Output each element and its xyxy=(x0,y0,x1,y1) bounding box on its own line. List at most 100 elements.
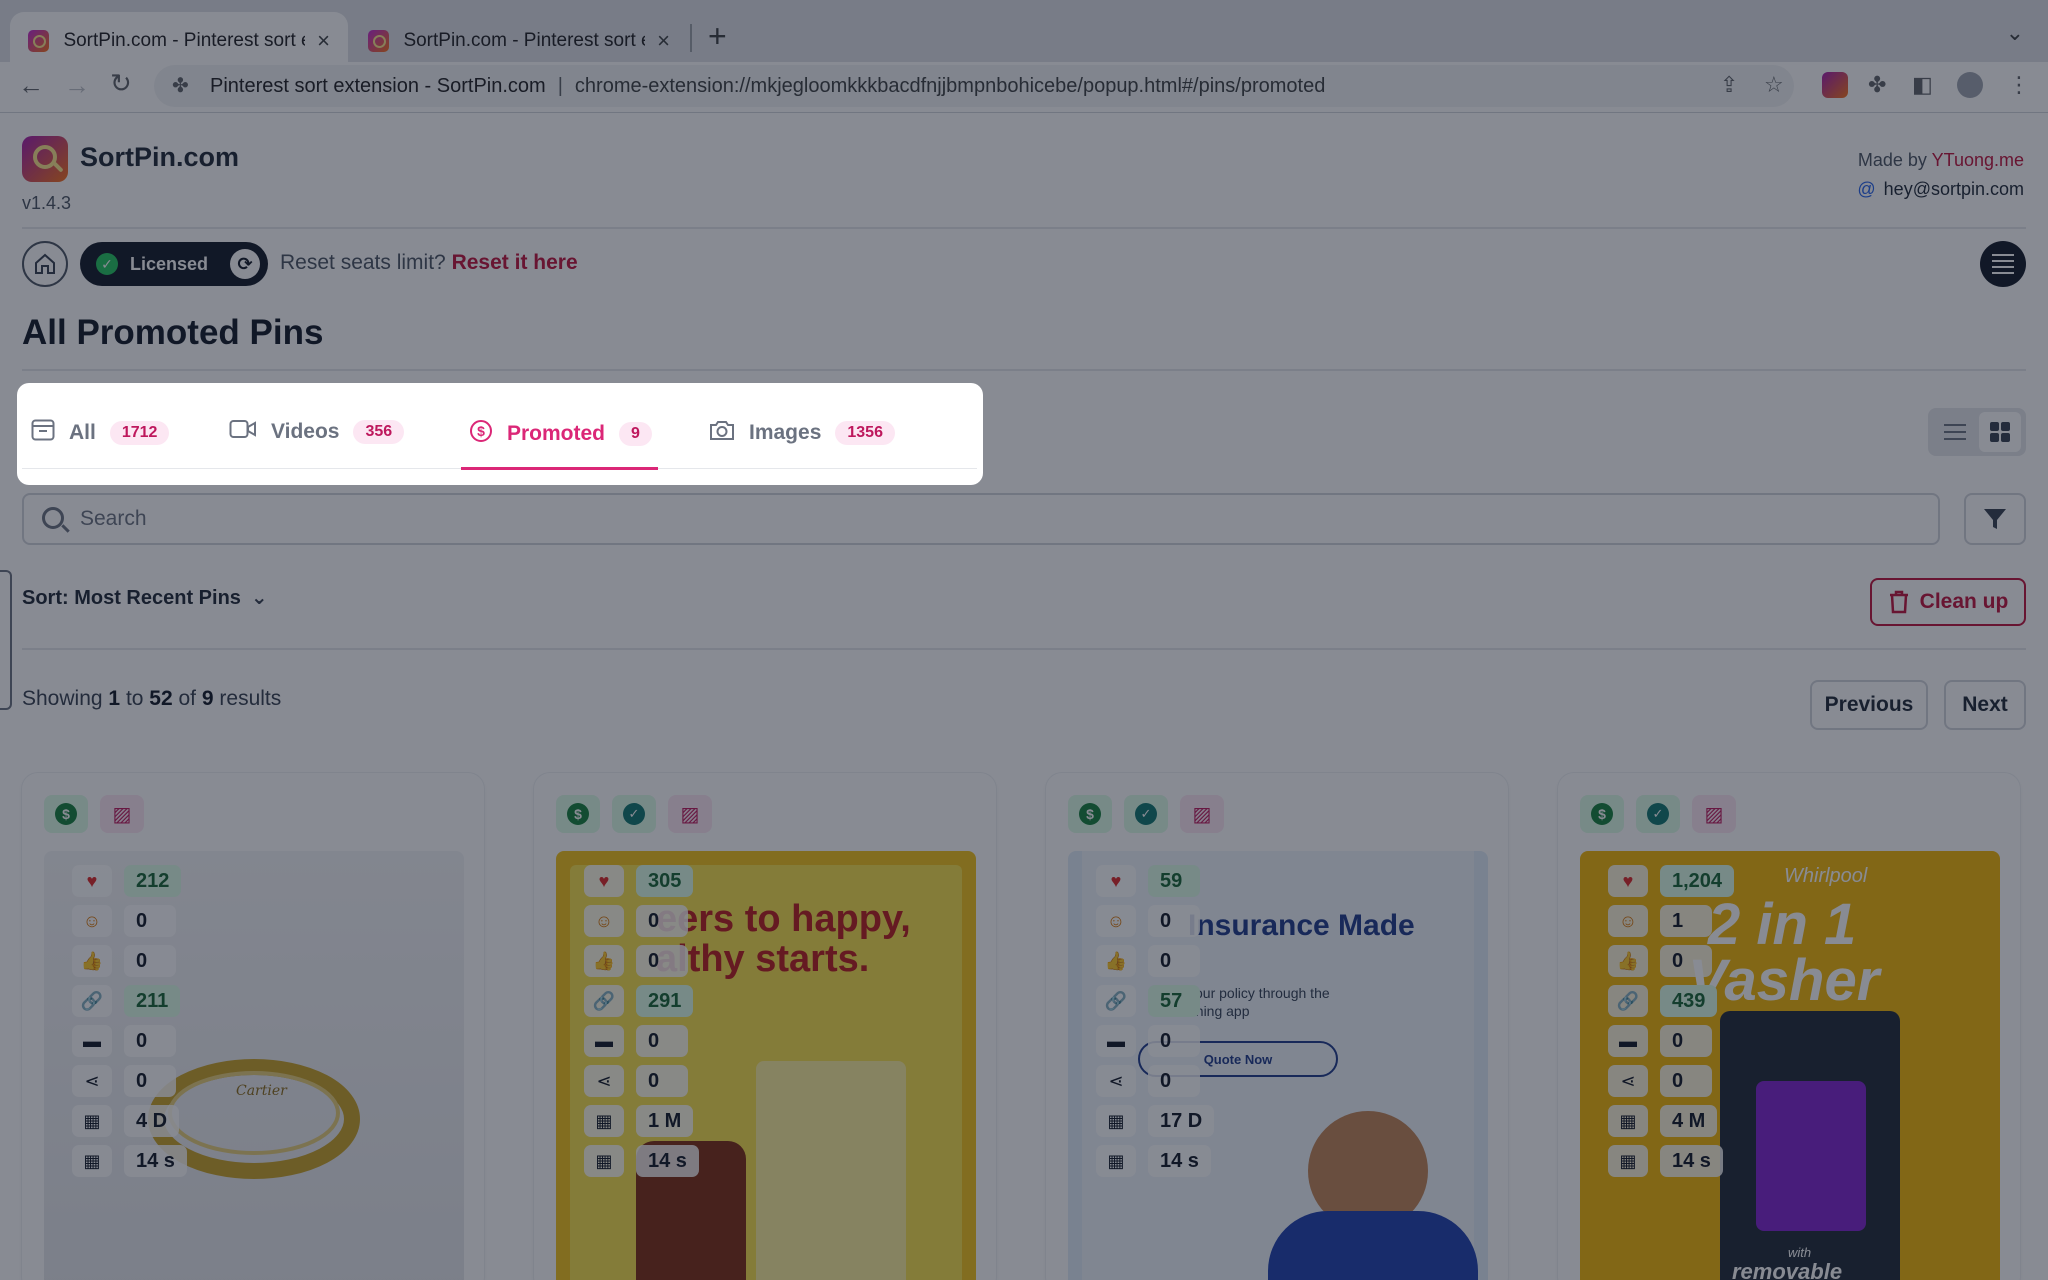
pin-stat-value: 4 M xyxy=(1660,1105,1718,1137)
sortpin-extension-icon[interactable] xyxy=(1822,72,1848,98)
pin-stat-value: 212 xyxy=(124,865,182,897)
tab-count-badge: 1712 xyxy=(109,421,170,445)
next-page-button[interactable]: Next xyxy=(1944,680,2026,730)
calendar-icon: ▦ xyxy=(1096,1105,1136,1137)
link-icon: 🔗 xyxy=(1096,985,1136,1017)
svg-text:$: $ xyxy=(477,423,485,439)
close-tab-icon[interactable]: × xyxy=(317,28,330,54)
share-icon[interactable]: ⇪ xyxy=(1720,72,1738,98)
title-divider xyxy=(22,369,2026,371)
pin-stat-updated: ▦ 14 s xyxy=(1608,1144,1723,1178)
tab-images[interactable]: Images 1356 xyxy=(709,419,895,447)
pin-stat-value: 0 xyxy=(1660,1025,1712,1057)
tab-count-badge: 1356 xyxy=(835,421,895,445)
search-input[interactable]: Search xyxy=(22,493,1940,545)
pin-stat-value: 0 xyxy=(124,1065,176,1097)
sort-divider xyxy=(22,648,2026,650)
sort-dropdown[interactable]: Sort: Most Recent Pins ⌄ xyxy=(22,585,268,610)
promoted-badge: $ xyxy=(556,795,600,833)
comment-icon: ▬ xyxy=(1608,1025,1648,1057)
pin-stat-value: 0 xyxy=(636,905,688,937)
tab-videos[interactable]: Videos 356 xyxy=(229,419,405,445)
smile-icon: ☺ xyxy=(1608,905,1648,937)
comment-icon: ▬ xyxy=(1096,1025,1136,1057)
app-version: v1.4.3 xyxy=(22,193,72,213)
pin-stat-thumbs: 👍 0 xyxy=(584,944,688,978)
link-icon: 🔗 xyxy=(72,985,112,1017)
header-divider xyxy=(22,227,2026,229)
pin-stat-value: 0 xyxy=(124,905,176,937)
tab-all[interactable]: All 1712 xyxy=(31,419,170,447)
pin-stat-comments: ▬ 0 xyxy=(72,1024,176,1058)
pin-stat-value: 0 xyxy=(636,945,688,977)
new-tab-plus-icon[interactable]: + xyxy=(708,18,727,55)
calendar-icon: ▦ xyxy=(1608,1105,1648,1137)
pin-stat-likes: ♥ 212 xyxy=(72,864,182,898)
pin-stat-likes: ♥ 305 xyxy=(584,864,694,898)
menu-line-icon xyxy=(1992,260,2014,262)
previous-page-button[interactable]: Previous xyxy=(1810,680,1928,730)
man-shirt xyxy=(1268,1211,1478,1280)
back-arrow-icon[interactable]: ← xyxy=(18,70,44,101)
bookmark-star-icon[interactable]: ☆ xyxy=(1764,72,1784,98)
extensions-puzzle-icon[interactable]: ✤ xyxy=(1868,72,1886,98)
reload-icon[interactable]: ↻ xyxy=(110,68,132,99)
pin-stat-reactions: ☺ 0 xyxy=(72,904,176,938)
pin-stat-reactions: ☺ 0 xyxy=(584,904,688,938)
email-text: hey@sortpin.com xyxy=(1883,179,2024,199)
dollar-icon: $ xyxy=(1591,803,1613,825)
poster-footnote: with xyxy=(1788,1245,1812,1260)
refresh-license-icon[interactable]: ⟳ xyxy=(230,249,260,279)
list-view-button[interactable] xyxy=(1934,412,1976,452)
list-icon xyxy=(1943,424,1966,440)
pin-stat-value: 0 xyxy=(1148,1065,1200,1097)
made-by-link[interactable]: YTuong.me xyxy=(1932,150,2024,170)
reset-link[interactable]: Reset it here xyxy=(452,251,578,274)
calendar-icon: ▦ xyxy=(584,1105,624,1137)
image-type-icon: ▨ xyxy=(1180,795,1224,833)
pin-stat-value: 14 s xyxy=(636,1145,699,1177)
close-tab-icon[interactable]: × xyxy=(657,28,670,54)
contact-email[interactable]: @ hey@sortpin.com xyxy=(1857,179,2024,200)
pin-stat-value: 439 xyxy=(1660,985,1718,1017)
thumbs-up-icon: 👍 xyxy=(1096,945,1136,977)
side-handle[interactable] xyxy=(0,570,12,710)
calendar-clock-icon: ▦ xyxy=(1608,1145,1648,1177)
side-panel-icon[interactable]: ◧ xyxy=(1912,72,1933,98)
brand-logo-text: Whirlpool xyxy=(1784,865,1868,887)
smile-icon: ☺ xyxy=(584,905,624,937)
forward-arrow-icon[interactable]: → xyxy=(64,70,90,101)
grid-view-button[interactable] xyxy=(1978,412,2021,452)
pin-stat-age: ▦ 1 M xyxy=(584,1104,694,1138)
extension-puzzle-icon: ✤ xyxy=(172,75,189,97)
omnibox-divider: | xyxy=(557,74,563,97)
pin-stat-age: ▦ 4 M xyxy=(1608,1104,1718,1138)
profile-avatar[interactable] xyxy=(1957,72,1983,98)
tab-search-chevron-icon[interactable]: ⌄ xyxy=(2006,20,2024,46)
menu-button[interactable] xyxy=(1980,241,2026,287)
pin-stat-age: ▦ 17 D xyxy=(1096,1104,1215,1138)
clean-up-button[interactable]: Clean up xyxy=(1870,578,2026,626)
pin-stat-value: 14 s xyxy=(1660,1145,1723,1177)
menu-line-icon xyxy=(1992,266,2014,268)
verified-badge: ✓ xyxy=(1124,795,1168,833)
pin-stat-comments: ▬ 0 xyxy=(1096,1024,1200,1058)
verified-badge: ✓ xyxy=(1636,795,1680,833)
poster-headline: eers to happy, althy starts. xyxy=(656,898,911,980)
results-total: 9 xyxy=(201,687,214,710)
calendar-clock-icon: ▦ xyxy=(1096,1145,1136,1177)
tab-promoted[interactable]: $ Promoted 9 xyxy=(469,419,652,449)
browser-tab-title: SortPin.com - Pinterest sort extension -… xyxy=(63,30,305,51)
pin-stat-value: 14 s xyxy=(1148,1145,1211,1177)
address-bar[interactable]: ✤ Pinterest sort extension - SortPin.com… xyxy=(154,65,1794,107)
filter-button[interactable] xyxy=(1964,493,2026,545)
home-button[interactable] xyxy=(22,241,68,287)
pin-stat-likes: ♥ 59 xyxy=(1096,864,1200,898)
smile-icon: ☺ xyxy=(72,905,112,937)
page-title: All Promoted Pins xyxy=(22,313,324,352)
link-icon: 🔗 xyxy=(584,985,624,1017)
pin-stat-comments: ▬ 0 xyxy=(1608,1024,1712,1058)
made-by: Made by YTuong.me xyxy=(1858,150,2024,171)
calendar-icon: ▦ xyxy=(72,1105,112,1137)
more-vertical-icon[interactable]: ⋮ xyxy=(2008,72,2030,98)
